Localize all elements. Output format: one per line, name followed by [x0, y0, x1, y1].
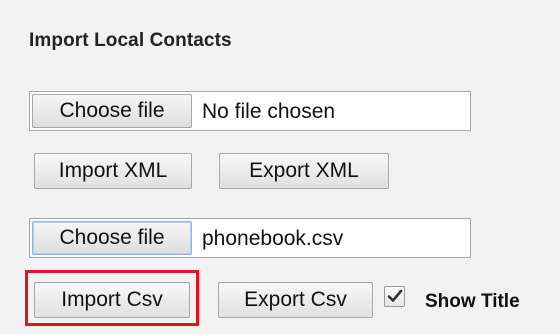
xml-file-name: No file chosen [202, 100, 336, 123]
export-xml-button[interactable]: Export XML [219, 153, 389, 189]
xml-choose-file-button[interactable]: Choose file [32, 94, 192, 128]
show-title-checkbox[interactable] [384, 286, 405, 307]
csv-file-input[interactable]: Choose file phonebook.csv [29, 218, 471, 258]
import-xml-button[interactable]: Import XML [34, 153, 192, 189]
xml-file-input[interactable]: Choose file No file chosen [29, 91, 471, 131]
export-csv-button[interactable]: Export Csv [218, 282, 373, 318]
csv-choose-file-button[interactable]: Choose file [32, 221, 192, 255]
csv-file-name: phonebook.csv [202, 227, 344, 250]
checkmark-icon [387, 289, 403, 302]
section-title: Import Local Contacts [29, 30, 232, 51]
import-csv-button[interactable]: Import Csv [34, 282, 190, 318]
show-title-label: Show Title [425, 291, 520, 312]
